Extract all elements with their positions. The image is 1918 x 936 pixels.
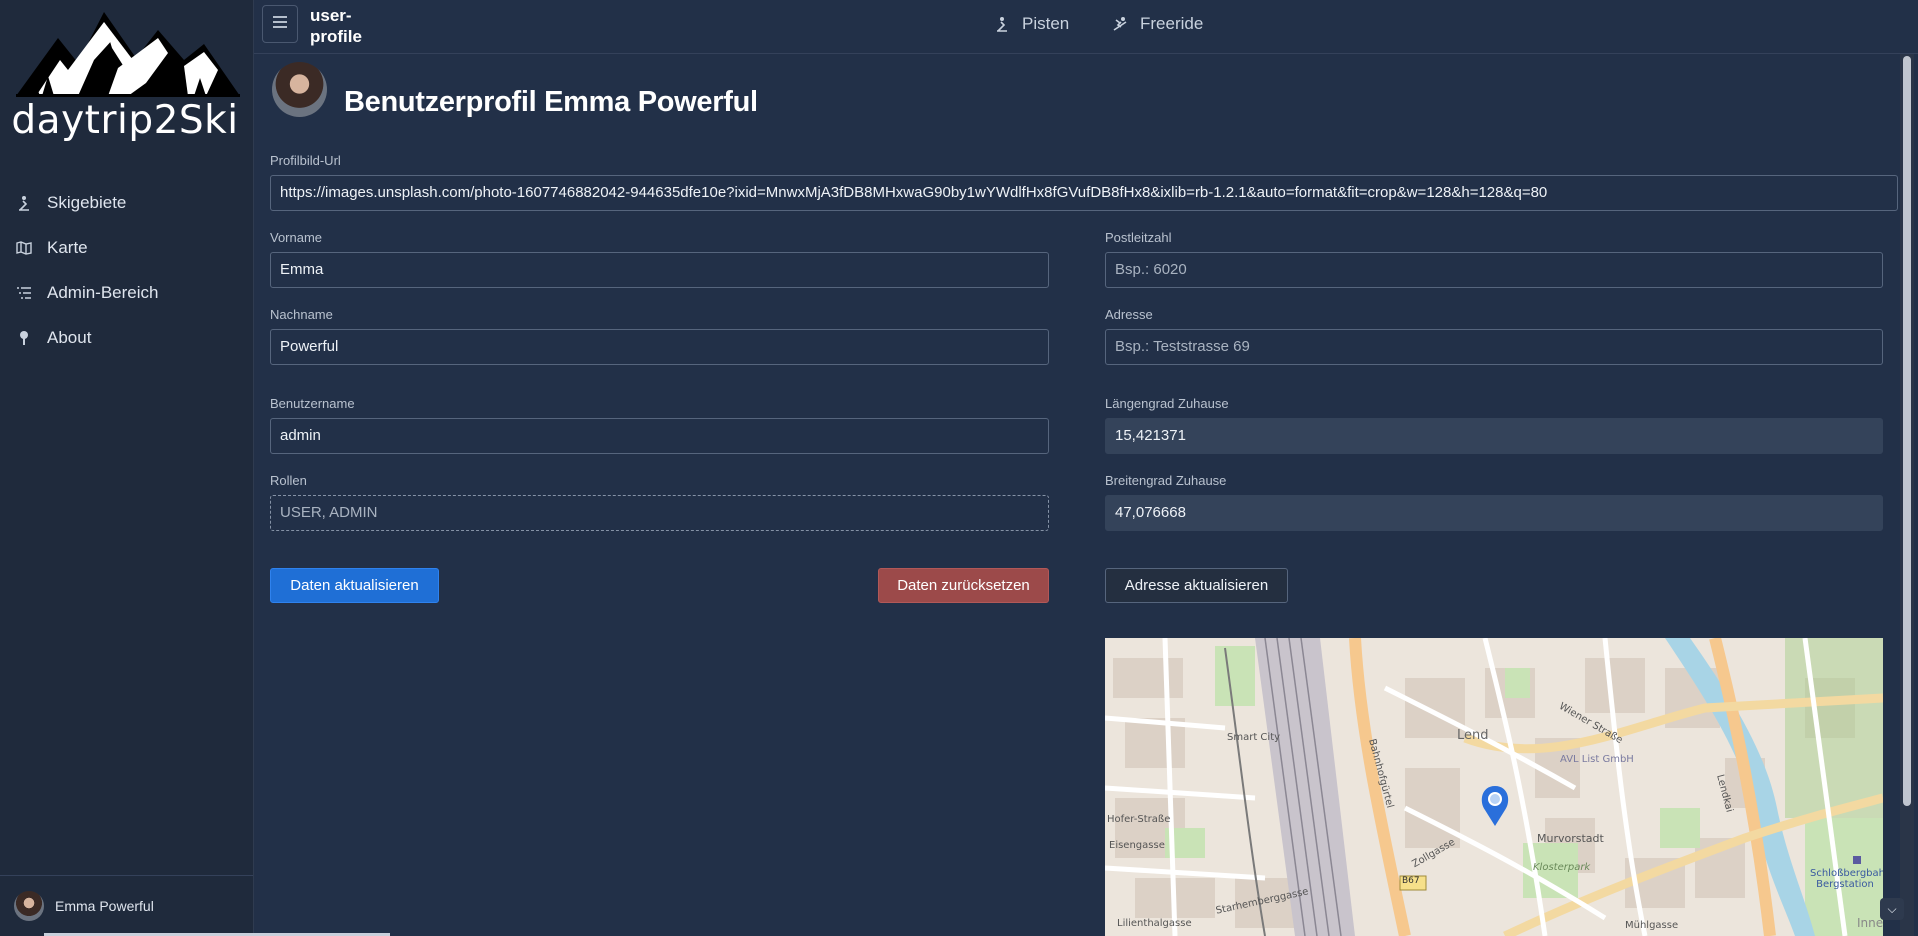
- map-label: Schloßbergbahn Bergstation: [1810, 868, 1883, 890]
- firstname-label: Vorname: [270, 230, 323, 245]
- map-label: Mühlgasse: [1625, 920, 1679, 931]
- sidebar-item-label: Admin-Bereich: [47, 282, 159, 302]
- username-input[interactable]: admin: [270, 418, 1049, 454]
- lastname-input[interactable]: Powerful: [270, 329, 1049, 365]
- zip-input[interactable]: Bsp.: 6020: [1105, 252, 1883, 288]
- username-label: Benutzername: [270, 396, 355, 411]
- reset-data-button[interactable]: Daten zurücksetzen: [878, 568, 1049, 603]
- sidebar-item-admin-bereich[interactable]: Admin-Bereich: [0, 270, 253, 315]
- latitude-label: Breitengrad Zuhause: [1105, 473, 1227, 488]
- brand-name: daytrip2Ski: [11, 98, 239, 143]
- filter-icon[interactable]: ⌵: [1880, 898, 1904, 920]
- topnav-label: Freeride: [1140, 14, 1204, 33]
- longitude-field: 15,421371: [1105, 418, 1883, 454]
- map-label: Smart City: [1227, 732, 1281, 743]
- update-address-button[interactable]: Adresse aktualisieren: [1105, 568, 1288, 603]
- map-label: Klosterpark: [1533, 862, 1591, 873]
- map-label: Inne: [1857, 916, 1883, 930]
- location-map[interactable]: Smart City Lend AVL List GmbH Murvorstad…: [1105, 638, 1883, 936]
- mountain-logo: [16, 12, 240, 97]
- sidebar-item-karte[interactable]: Karte: [0, 225, 253, 270]
- map-icon: [15, 239, 33, 257]
- freeride-icon: [1112, 16, 1128, 32]
- list-icon: [15, 284, 33, 302]
- roles-input[interactable]: USER, ADMIN: [270, 495, 1049, 531]
- longitude-label: Längengrad Zuhause: [1105, 396, 1229, 411]
- page-title: Benutzerprofil Emma Powerful: [344, 86, 758, 118]
- profile-avatar: [272, 62, 327, 117]
- sidebar-item-label: Skigebiete: [47, 192, 127, 212]
- hamburger-icon: [272, 15, 288, 34]
- scrollbar-thumb[interactable]: [1903, 56, 1911, 806]
- map-label: B67: [1402, 876, 1420, 886]
- sidebar-item-about[interactable]: About: [0, 315, 253, 360]
- pin-icon: [15, 329, 33, 347]
- menu-toggle-button[interactable]: [262, 5, 298, 43]
- sidebar-item-label: Karte: [47, 237, 88, 257]
- latitude-field: 47,076668: [1105, 495, 1883, 531]
- address-label: Adresse: [1105, 307, 1153, 322]
- page-crumb: user-profile: [310, 6, 362, 46]
- map-label: AVL List GmbH: [1560, 754, 1634, 765]
- map-tiles: [1105, 638, 1883, 936]
- map-label: Eisengasse: [1109, 840, 1165, 851]
- topnav-pisten[interactable]: Pisten: [994, 14, 1069, 34]
- skier-icon: [15, 194, 33, 212]
- sidebar: daytrip2Ski Skigebiete Karte Admin-Berei…: [0, 0, 254, 936]
- topbar: user-profile Pisten Freeride: [254, 0, 1918, 54]
- image-url-label: Profilbild-Url: [270, 153, 341, 168]
- sidebar-user[interactable]: Emma Powerful: [0, 875, 253, 936]
- update-data-button[interactable]: Daten aktualisieren: [270, 568, 439, 603]
- avatar: [14, 891, 44, 921]
- zip-label: Postleitzahl: [1105, 230, 1172, 245]
- map-label: Lilienthalgasse: [1117, 918, 1192, 929]
- skier-icon: [994, 16, 1010, 32]
- firstname-input[interactable]: Emma: [270, 252, 1049, 288]
- sidebar-item-label: About: [47, 327, 92, 347]
- topnav-freeride[interactable]: Freeride: [1112, 14, 1203, 34]
- address-input[interactable]: Bsp.: Teststrasse 69: [1105, 329, 1883, 365]
- sidebar-nav: Skigebiete Karte Admin-Bereich About: [0, 180, 253, 360]
- sidebar-item-skigebiete[interactable]: Skigebiete: [0, 180, 253, 225]
- map-label: Lend: [1457, 728, 1489, 743]
- main-scrollbar[interactable]: [1900, 54, 1914, 936]
- sidebar-user-name: Emma Powerful: [55, 898, 154, 914]
- image-url-input[interactable]: https://images.unsplash.com/photo-160774…: [270, 175, 1898, 211]
- map-label: Murvorstadt: [1537, 832, 1604, 845]
- map-label: Hofer-Straße: [1107, 814, 1171, 825]
- roles-label: Rollen: [270, 473, 307, 488]
- lastname-label: Nachname: [270, 307, 333, 322]
- topnav-label: Pisten: [1022, 14, 1070, 33]
